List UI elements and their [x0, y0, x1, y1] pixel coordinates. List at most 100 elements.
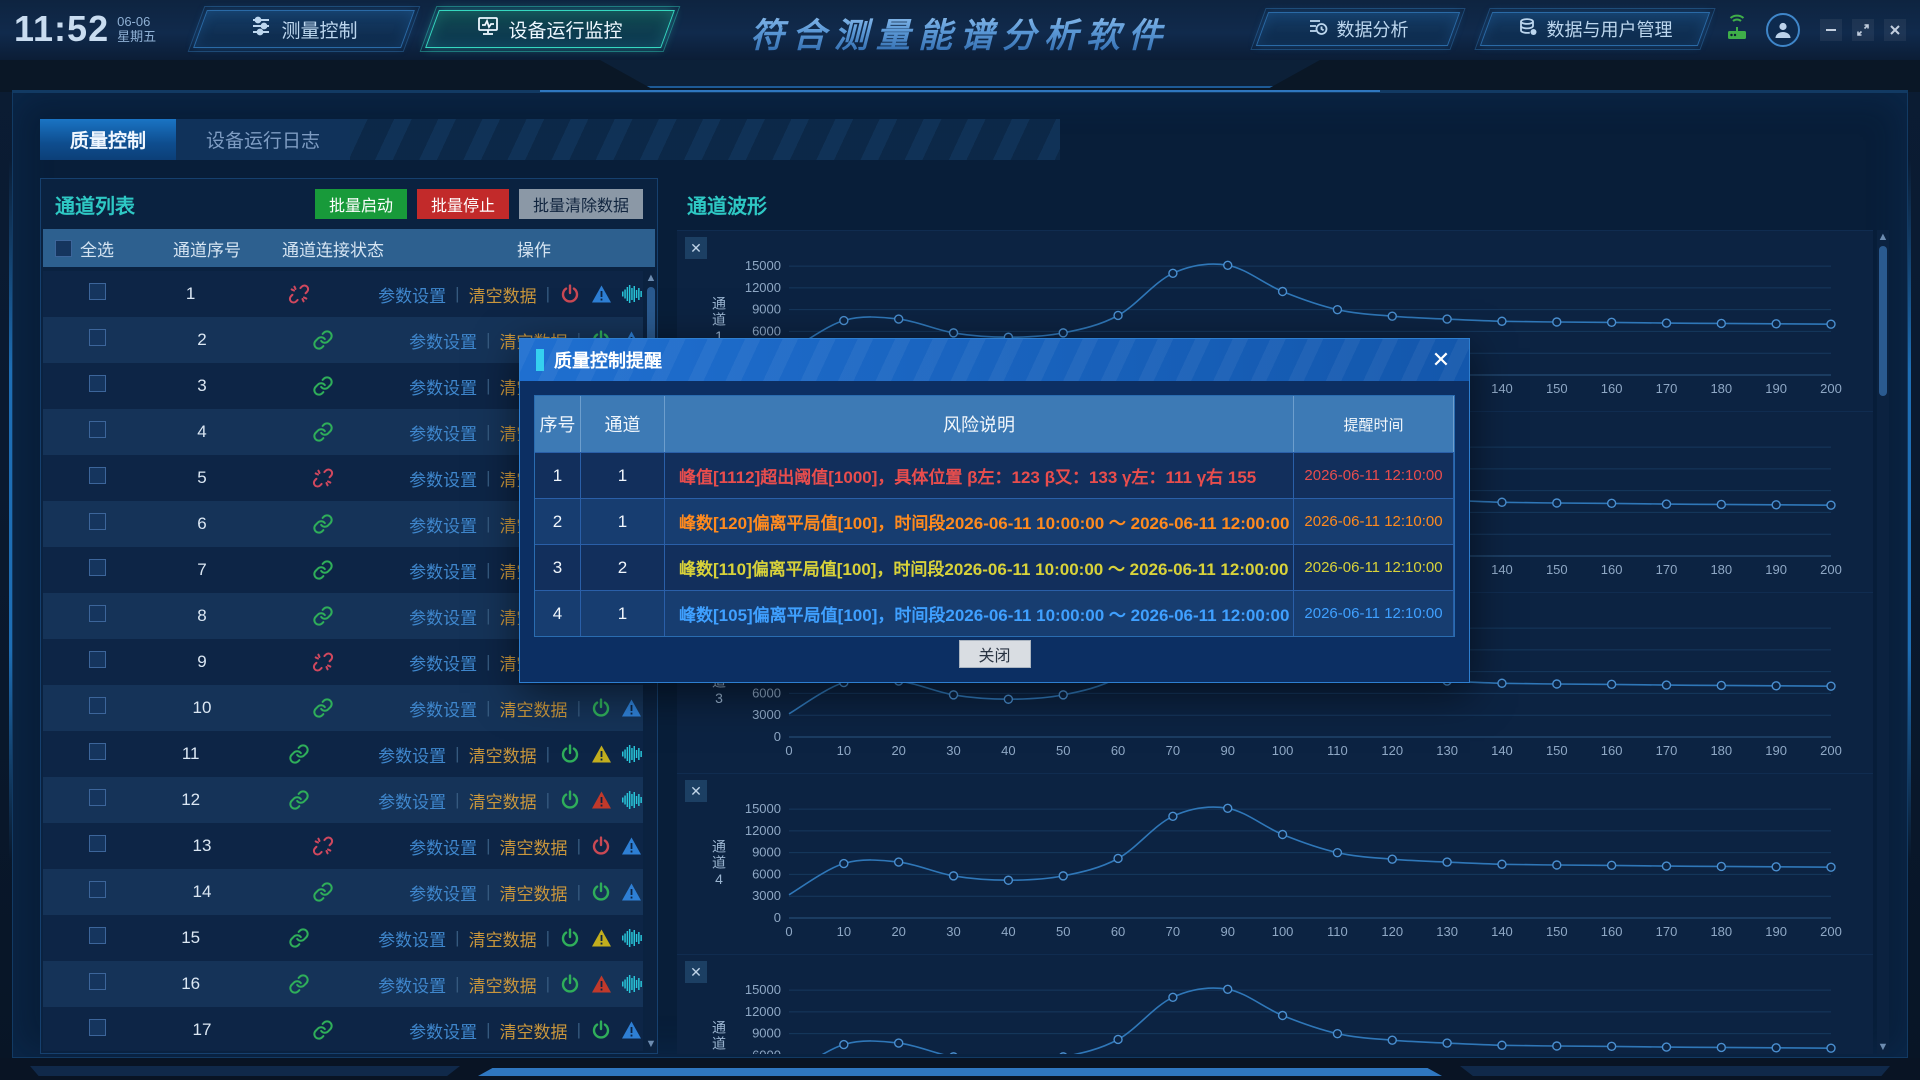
row-checkbox[interactable]: [89, 559, 106, 576]
link-connected-icon: [312, 605, 334, 627]
param-settings-link[interactable]: 参数设置: [409, 374, 477, 399]
param-settings-link[interactable]: 参数设置: [378, 742, 446, 767]
row-checkbox[interactable]: [89, 651, 106, 668]
param-settings-link[interactable]: 参数设置: [409, 328, 477, 353]
clear-data-link[interactable]: 清空数据: [500, 880, 568, 905]
scroll-down-icon[interactable]: ▼: [1877, 1040, 1889, 1054]
waveform-icon[interactable]: [621, 283, 643, 305]
waveform-icon[interactable]: [621, 743, 643, 765]
nav-measure-control[interactable]: 测量控制: [200, 10, 408, 48]
row-checkbox[interactable]: [89, 421, 106, 438]
param-settings-link[interactable]: 参数设置: [409, 696, 477, 721]
alert-channel: 1: [581, 591, 665, 636]
row-checkbox[interactable]: [89, 1019, 106, 1036]
param-settings-link[interactable]: 参数设置: [409, 512, 477, 537]
power-icon[interactable]: [559, 283, 581, 305]
row-checkbox[interactable]: [89, 835, 106, 852]
nav-data-analysis[interactable]: 数据分析: [1262, 12, 1454, 46]
minimize-icon[interactable]: [1820, 19, 1842, 41]
warning-icon[interactable]: [621, 697, 643, 719]
svg-text:190: 190: [1765, 743, 1787, 758]
param-settings-link[interactable]: 参数设置: [378, 972, 446, 997]
warning-icon[interactable]: [590, 973, 612, 995]
param-settings-link[interactable]: 参数设置: [409, 650, 477, 675]
row-checkbox[interactable]: [89, 881, 106, 898]
scroll-up-icon[interactable]: ▲: [1877, 230, 1889, 244]
param-settings-link[interactable]: 参数设置: [378, 282, 446, 307]
clear-data-link[interactable]: 清空数据: [500, 834, 568, 859]
power-icon[interactable]: [559, 973, 581, 995]
batch-clear-button[interactable]: 批量清除数据: [519, 189, 643, 219]
svg-text:50: 50: [1056, 924, 1070, 939]
channel-row: 14参数设置|清空数据|: [43, 869, 643, 915]
warning-icon[interactable]: [590, 927, 612, 949]
modal-accent-bar: [536, 349, 544, 371]
charts-scrollbar[interactable]: ▲ ▼: [1877, 230, 1889, 1054]
warning-icon[interactable]: [621, 881, 643, 903]
row-checkbox[interactable]: [89, 375, 106, 392]
tab-device-log[interactable]: 设备运行日志: [176, 119, 350, 160]
param-settings-link[interactable]: 参数设置: [409, 420, 477, 445]
row-checkbox[interactable]: [89, 329, 106, 346]
row-checkbox[interactable]: [89, 697, 106, 714]
warning-icon[interactable]: [590, 789, 612, 811]
scroll-down-icon[interactable]: ▼: [645, 1037, 657, 1051]
user-avatar-icon[interactable]: [1766, 13, 1800, 47]
row-checkbox[interactable]: [89, 789, 106, 806]
row-checkbox[interactable]: [89, 973, 106, 990]
scroll-up-icon[interactable]: ▲: [645, 271, 657, 285]
warning-icon[interactable]: [590, 283, 612, 305]
chart-close-icon[interactable]: ✕: [685, 961, 707, 983]
batch-start-button[interactable]: 批量启动: [315, 189, 407, 219]
modal-close-icon[interactable]: ✕: [1427, 346, 1455, 374]
power-icon[interactable]: [590, 881, 612, 903]
batch-stop-button[interactable]: 批量停止: [417, 189, 509, 219]
power-icon[interactable]: [559, 927, 581, 949]
param-settings-link[interactable]: 参数设置: [409, 558, 477, 583]
power-icon[interactable]: [590, 835, 612, 857]
param-settings-link[interactable]: 参数设置: [409, 834, 477, 859]
power-icon[interactable]: [559, 789, 581, 811]
modal-close-button[interactable]: 关闭: [959, 640, 1031, 668]
clear-data-link[interactable]: 清空数据: [469, 282, 537, 307]
alert-channel: 1: [581, 453, 665, 498]
maximize-icon[interactable]: [1852, 19, 1874, 41]
warning-icon[interactable]: [621, 1019, 643, 1041]
param-settings-link[interactable]: 参数设置: [378, 926, 446, 951]
tab-quality-control[interactable]: 质量控制: [40, 119, 176, 160]
row-checkbox[interactable]: [89, 283, 106, 300]
row-checkbox[interactable]: [89, 743, 106, 760]
select-all-checkbox[interactable]: [55, 240, 72, 257]
param-settings-link[interactable]: 参数设置: [409, 466, 477, 491]
param-settings-link[interactable]: 参数设置: [409, 604, 477, 629]
waveform-icon[interactable]: [621, 789, 643, 811]
param-settings-link[interactable]: 参数设置: [409, 880, 477, 905]
clear-data-link[interactable]: 清空数据: [500, 696, 568, 721]
power-icon[interactable]: [559, 743, 581, 765]
row-checkbox[interactable]: [89, 605, 106, 622]
chart-close-icon[interactable]: ✕: [685, 237, 707, 259]
row-checkbox[interactable]: [89, 467, 106, 484]
nav-device-monitor[interactable]: 设备运行监控: [432, 10, 668, 48]
param-settings-link[interactable]: 参数设置: [378, 788, 446, 813]
network-device-icon[interactable]: [1722, 13, 1752, 48]
close-icon[interactable]: [1884, 19, 1906, 41]
clear-data-link[interactable]: 清空数据: [469, 788, 537, 813]
link-connected-icon: [312, 1019, 334, 1041]
nav-label: 设备运行监控: [508, 16, 622, 43]
clear-data-link[interactable]: 清空数据: [469, 972, 537, 997]
waveform-icon[interactable]: [621, 973, 643, 995]
waveform-icon[interactable]: [621, 927, 643, 949]
param-settings-link[interactable]: 参数设置: [409, 1018, 477, 1043]
clear-data-link[interactable]: 清空数据: [469, 742, 537, 767]
chart-close-icon[interactable]: ✕: [685, 780, 707, 802]
clear-data-link[interactable]: 清空数据: [500, 1018, 568, 1043]
warning-icon[interactable]: [590, 743, 612, 765]
row-checkbox[interactable]: [89, 513, 106, 530]
warning-icon[interactable]: [621, 835, 643, 857]
power-icon[interactable]: [590, 1019, 612, 1041]
nav-data-user-mgmt[interactable]: 数据与用户管理: [1486, 12, 1704, 46]
clear-data-link[interactable]: 清空数据: [469, 926, 537, 951]
row-checkbox[interactable]: [89, 927, 106, 944]
power-icon[interactable]: [590, 697, 612, 719]
